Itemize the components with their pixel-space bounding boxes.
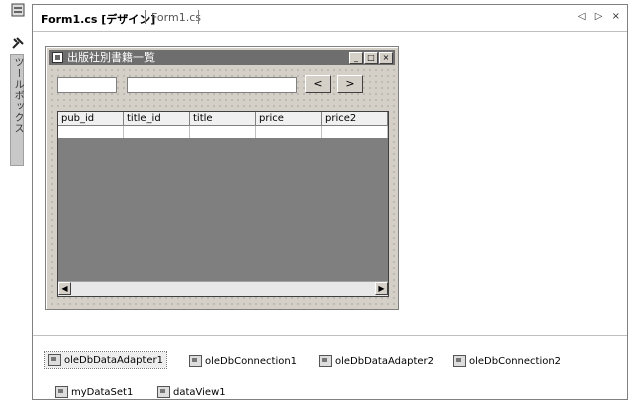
form-icon: [52, 52, 63, 63]
window-buttons: _ □ ×: [349, 52, 393, 64]
component-oledb-data-adapter2[interactable]: oleDbDataAdapter2: [319, 355, 434, 367]
grid-cell[interactable]: [322, 126, 388, 138]
tab-separator: [198, 10, 199, 24]
form-title: 出版社別書籍一覧: [67, 51, 155, 64]
grid-column-header[interactable]: title: [190, 112, 256, 126]
prev-button[interactable]: <: [305, 75, 331, 93]
toolbox-tools-icon[interactable]: [11, 36, 25, 50]
horizontal-scrollbar[interactable]: ◀ ▶: [58, 281, 388, 296]
connection-icon: [189, 355, 202, 367]
grid-column-header[interactable]: price2: [322, 112, 388, 126]
scroll-right-icon[interactable]: ▶: [375, 282, 388, 295]
scroll-tabs-left-icon[interactable]: ◁: [578, 11, 589, 22]
tab-form-code[interactable]: Form1.cs: [151, 11, 201, 24]
server-explorer-icon[interactable]: [11, 3, 25, 17]
grid-header: pub_id title_id title price price2: [58, 112, 388, 126]
form-body: < > pub_id title_id title price price2 ◀…: [49, 67, 395, 306]
toolbox-label: ツールボックス: [12, 57, 23, 134]
connection-icon: [453, 355, 466, 367]
design-surface[interactable]: 出版社別書籍一覧 _ □ × < > pub_id title_id title…: [33, 32, 627, 332]
pub-name-textbox[interactable]: [127, 77, 297, 93]
data-grid[interactable]: pub_id title_id title price price2 ◀ ▶: [57, 111, 389, 297]
component-oledb-data-adapter1[interactable]: oleDbDataAdapter1: [43, 351, 168, 369]
ide-window: ツールボックス Form1.cs [デザイン] Form1.cs ◁ ▷ × 出…: [0, 0, 632, 404]
dataview-icon: [157, 386, 170, 398]
scroll-left-icon[interactable]: ◀: [58, 282, 71, 295]
component-tray: oleDbDataAdapter1 oleDbConnection1 oleDb…: [33, 335, 627, 399]
component-my-dataset1[interactable]: myDataSet1: [55, 386, 133, 398]
next-button[interactable]: >: [337, 75, 363, 93]
dataset-icon: [55, 386, 68, 398]
grid-cell[interactable]: [190, 126, 256, 138]
tab-bar: Form1.cs [デザイン] Form1.cs ◁ ▷ ×: [33, 5, 627, 32]
data-adapter-icon: [48, 354, 61, 366]
grid-cell[interactable]: [256, 126, 322, 138]
component-data-view1[interactable]: dataView1: [157, 386, 226, 398]
tab-separator: [145, 10, 146, 24]
component-label: oleDbDataAdapter2: [335, 355, 435, 367]
toolbox-tab[interactable]: ツールボックス: [10, 54, 24, 166]
grid-column-header[interactable]: price: [256, 112, 322, 126]
maximize-button[interactable]: □: [364, 52, 378, 64]
pub-id-textbox[interactable]: [57, 77, 117, 93]
component-label: oleDbConnection2: [469, 355, 562, 367]
component-label: myDataSet1: [71, 386, 134, 398]
minimize-button[interactable]: _: [349, 52, 363, 64]
component-label: dataView1: [173, 386, 226, 398]
grid-cell[interactable]: [124, 126, 190, 138]
grid-new-row[interactable]: [58, 126, 388, 138]
form-window[interactable]: 出版社別書籍一覧 _ □ × < > pub_id title_id title…: [45, 46, 399, 310]
grid-column-header[interactable]: pub_id: [58, 112, 124, 126]
left-toolbar: ツールボックス: [0, 0, 32, 404]
tab-nav-controls: ◁ ▷ ×: [578, 11, 623, 22]
grid-column-header[interactable]: title_id: [124, 112, 190, 126]
tab-form-design[interactable]: Form1.cs [デザイン]: [41, 11, 155, 27]
data-adapter-icon: [319, 355, 332, 367]
close-button[interactable]: ×: [379, 52, 393, 64]
form-title-bar[interactable]: 出版社別書籍一覧 _ □ ×: [49, 50, 395, 65]
component-label: oleDbDataAdapter1: [64, 354, 164, 366]
component-oledb-connection1[interactable]: oleDbConnection1: [189, 355, 297, 367]
scroll-tabs-right-icon[interactable]: ▷: [595, 11, 606, 22]
component-oledb-connection2[interactable]: oleDbConnection2: [453, 355, 561, 367]
document-area: Form1.cs [デザイン] Form1.cs ◁ ▷ × 出版社別書籍一覧 …: [32, 4, 628, 400]
close-tab-icon[interactable]: ×: [612, 11, 623, 22]
component-label: oleDbConnection1: [205, 355, 298, 367]
grid-cell[interactable]: [58, 126, 124, 138]
